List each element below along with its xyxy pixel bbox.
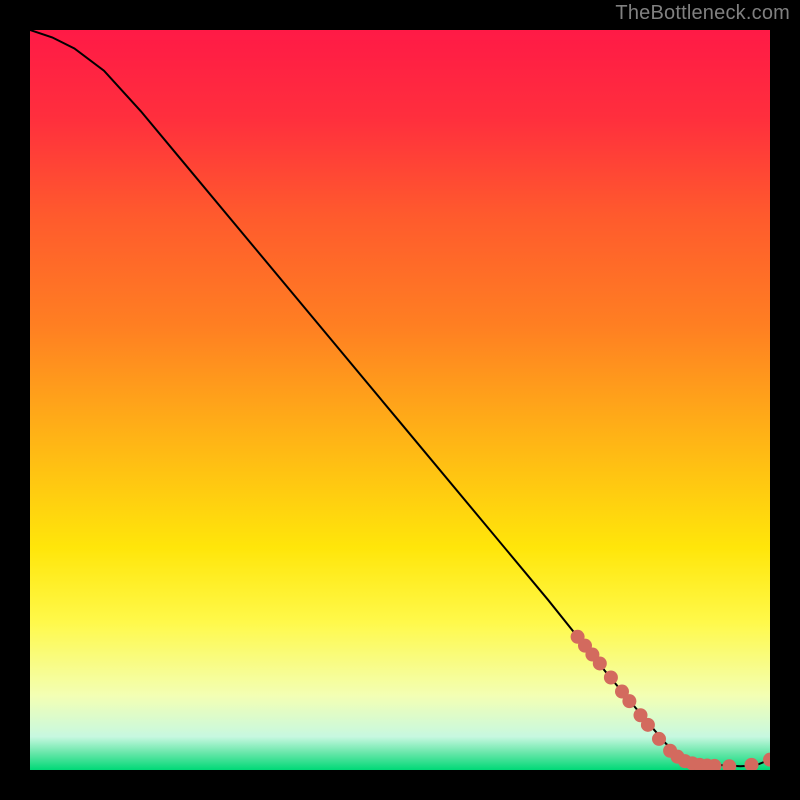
plot-area — [30, 30, 770, 770]
data-marker — [593, 656, 607, 670]
data-marker — [622, 694, 636, 708]
data-marker — [641, 718, 655, 732]
gradient-background — [30, 30, 770, 770]
data-marker — [652, 732, 666, 746]
data-marker — [604, 671, 618, 685]
chart-svg — [30, 30, 770, 770]
chart-frame: TheBottleneck.com — [0, 0, 800, 800]
attribution-label: TheBottleneck.com — [615, 2, 790, 25]
